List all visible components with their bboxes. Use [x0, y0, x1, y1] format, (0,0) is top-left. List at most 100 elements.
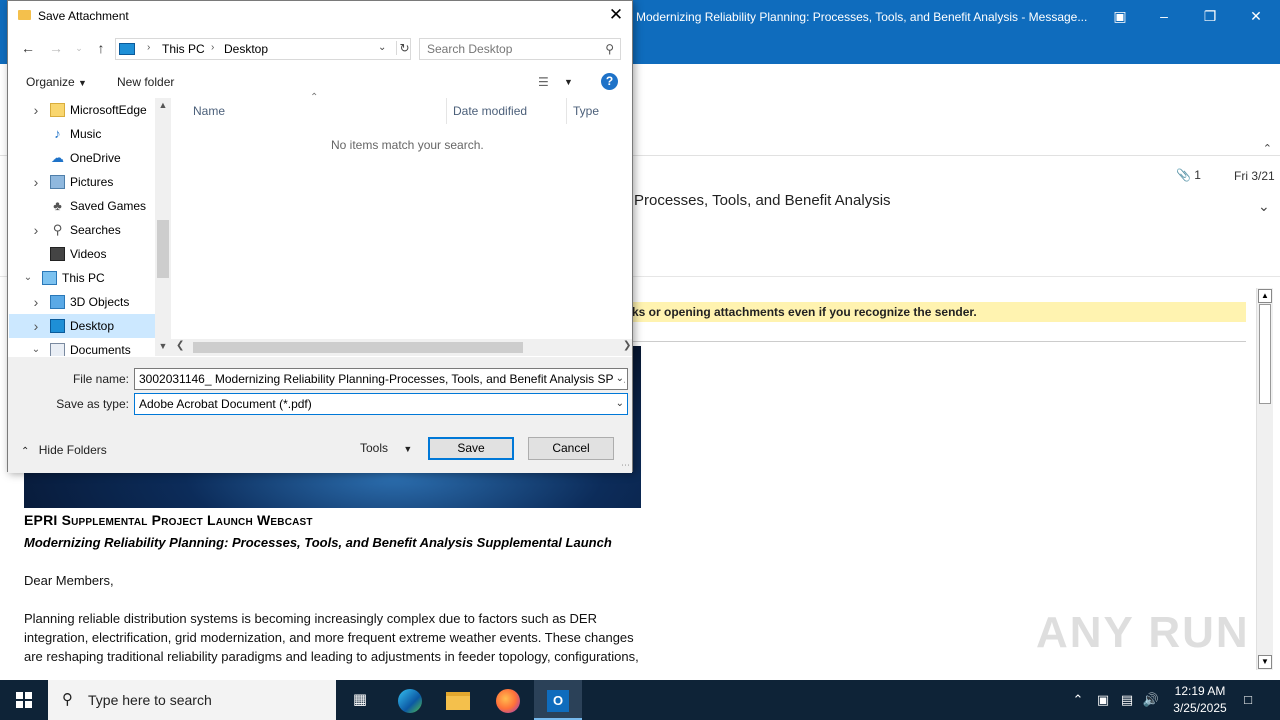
dialog-titlebar[interactable]: Save Attachment ✕ — [8, 1, 632, 31]
scroll-down-icon[interactable]: ▼ — [1258, 655, 1272, 669]
chevron-right-icon[interactable]: › — [30, 98, 42, 122]
expand-header-icon[interactable]: ⌄ — [1258, 198, 1270, 215]
tree-item-microsoftedge[interactable]: › MicrosoftEdge — [9, 98, 155, 122]
close-button[interactable]: ✕ — [1246, 6, 1266, 26]
tree-item-pictures[interactable]: › Pictures — [9, 170, 155, 194]
chevron-down-icon[interactable]: ⌄ — [30, 338, 42, 356]
outlook-taskbar-icon[interactable]: O — [534, 680, 582, 720]
search-input[interactable] — [427, 40, 597, 58]
help-icon[interactable]: ? — [601, 73, 618, 90]
volume-icon[interactable]: 🔊 — [1141, 680, 1161, 720]
chevron-down-icon[interactable]: ⌄ — [612, 394, 624, 414]
task-view-icon[interactable]: ▦ — [336, 680, 384, 720]
minimize-button[interactable]: – — [1154, 6, 1174, 26]
up-arrow-icon[interactable]: ↑ — [93, 40, 109, 56]
breadcrumb-desktop[interactable]: Desktop — [224, 42, 268, 56]
save-as-type-select[interactable]: Adobe Acrobat Document (*.pdf) ⌄ — [134, 393, 628, 415]
computer-icon — [42, 271, 57, 285]
file-name-label: File name: — [72, 372, 129, 386]
dialog-title: Save Attachment — [38, 9, 129, 23]
tree-item-saved-games[interactable]: ♣ Saved Games — [9, 194, 155, 218]
chevron-down-icon[interactable]: ⌄ — [22, 266, 34, 290]
scroll-left-icon[interactable]: ❮ — [176, 340, 184, 351]
search-box[interactable]: ⚲ — [419, 38, 621, 60]
taskbar-clock[interactable]: 12:19 AM 3/25/2025 — [1160, 683, 1240, 717]
tree-item-documents[interactable]: ⌄ Documents — [9, 338, 155, 356]
attachment-indicator[interactable]: 📎 1 — [1176, 168, 1201, 182]
tree-item-this-pc[interactable]: ⌄ This PC — [9, 266, 155, 290]
edge-browser-icon[interactable] — [386, 680, 434, 720]
scroll-up-icon[interactable]: ▲ — [157, 100, 169, 110]
breadcrumb-separator-icon[interactable]: › — [211, 42, 214, 53]
chevron-down-icon[interactable]: ⌄ — [612, 369, 624, 389]
restore-window-icon[interactable]: ▣ — [1110, 6, 1130, 26]
file-list[interactable]: ⌃ Name Date modified Type No items match… — [171, 92, 632, 356]
back-arrow-icon[interactable]: ← — [20, 40, 36, 56]
file-name-field[interactable]: 3002031146_ Modernizing Reliability Plan… — [134, 368, 628, 390]
forward-arrow-icon[interactable]: → — [48, 40, 64, 56]
show-hidden-icons-icon[interactable]: ⌃ — [1068, 680, 1088, 720]
tree-item-music[interactable]: ♪ Music — [9, 122, 155, 146]
outlook-window-title: Modernizing Reliability Planning: Proces… — [636, 10, 1088, 24]
collapse-ribbon-icon[interactable]: ⌃ — [1263, 142, 1272, 155]
list-horizontal-scrollbar[interactable]: ❮ ❯ — [171, 339, 632, 356]
meet-now-icon[interactable]: ▣ — [1093, 680, 1113, 720]
maximize-button[interactable]: ❐ — [1200, 6, 1220, 26]
column-header-date-modified[interactable]: Date modified — [447, 98, 567, 124]
start-button[interactable] — [0, 680, 48, 720]
tree-item-onedrive[interactable]: ☁ OneDrive — [9, 146, 155, 170]
scroll-right-icon[interactable]: ❯ — [623, 340, 631, 351]
tree-item-3d-objects[interactable]: › 3D Objects — [9, 290, 155, 314]
file-explorer-icon[interactable] — [434, 680, 482, 720]
list-scroll-thumb[interactable] — [193, 342, 523, 353]
refresh-icon[interactable]: ↻ — [396, 41, 412, 55]
column-header-type[interactable]: Type — [567, 98, 632, 124]
tree-item-label: OneDrive — [70, 151, 121, 165]
saved-games-icon: ♣ — [53, 198, 62, 213]
firefox-icon[interactable] — [484, 680, 532, 720]
scroll-thumb[interactable] — [1259, 304, 1271, 404]
scroll-down-icon[interactable]: ▼ — [157, 341, 169, 351]
chevron-right-icon[interactable]: › — [30, 170, 42, 194]
view-options-icon[interactable]: ☰ — [538, 75, 549, 89]
tree-item-desktop[interactable]: › Desktop — [9, 314, 155, 338]
dialog-close-button[interactable]: ✕ — [606, 5, 626, 25]
message-date: Fri 3/21 — [1234, 169, 1275, 183]
breadcrumb-this-pc[interactable]: This PC — [162, 42, 205, 56]
documents-icon — [50, 343, 65, 356]
search-icon[interactable]: ⚲ — [605, 42, 614, 56]
empty-list-message: No items match your search. — [331, 138, 484, 152]
hide-folders-button[interactable]: ⌃ Hide Folders — [21, 443, 107, 457]
tree-item-label: Music — [70, 127, 102, 141]
chevron-right-icon[interactable]: › — [30, 314, 42, 338]
organize-menu[interactable]: Organize ▼ — [26, 75, 87, 89]
message-subject: Processes, Tools, and Benefit Analysis — [634, 192, 891, 209]
chevron-down-icon: ▼ — [78, 78, 87, 88]
column-header-name[interactable]: Name — [179, 98, 447, 124]
search-folder-icon: ⚲ — [52, 222, 63, 237]
resize-grip-icon[interactable]: ⋯ — [621, 460, 630, 471]
network-icon[interactable]: ▤ — [1117, 680, 1137, 720]
new-folder-button[interactable]: New folder — [117, 75, 174, 89]
save-button[interactable]: Save — [428, 437, 514, 460]
music-icon: ♪ — [54, 126, 61, 141]
taskbar-search-box[interactable]: ⚲ Type here to search — [48, 680, 336, 720]
tree-scroll-thumb[interactable] — [157, 220, 169, 278]
address-dropdown-icon[interactable]: ⌄ — [378, 42, 386, 53]
scroll-up-icon[interactable]: ▲ — [1258, 289, 1272, 303]
chevron-right-icon[interactable]: › — [30, 218, 42, 242]
recent-locations-icon[interactable]: ⌄ — [71, 40, 87, 56]
message-scrollbar[interactable]: ▲ ▼ — [1256, 288, 1273, 670]
address-bar[interactable]: › This PC › Desktop ⌄ ↻ — [115, 38, 411, 60]
tools-menu[interactable]: Tools ▼ — [360, 441, 412, 455]
tree-item-videos[interactable]: Videos — [9, 242, 155, 266]
cancel-button[interactable]: Cancel — [528, 437, 614, 460]
notifications-icon[interactable]: □ — [1236, 680, 1260, 720]
save-as-type-value: Adobe Acrobat Document (*.pdf) — [139, 397, 312, 411]
breadcrumb-separator-icon[interactable]: › — [147, 42, 150, 53]
tree-item-label: 3D Objects — [70, 295, 130, 309]
tree-scrollbar[interactable]: ▲ ▼ — [155, 98, 171, 356]
tree-item-searches[interactable]: › ⚲ Searches — [9, 218, 155, 242]
view-dropdown-icon[interactable]: ▼ — [564, 77, 573, 87]
chevron-right-icon[interactable]: › — [30, 290, 42, 314]
